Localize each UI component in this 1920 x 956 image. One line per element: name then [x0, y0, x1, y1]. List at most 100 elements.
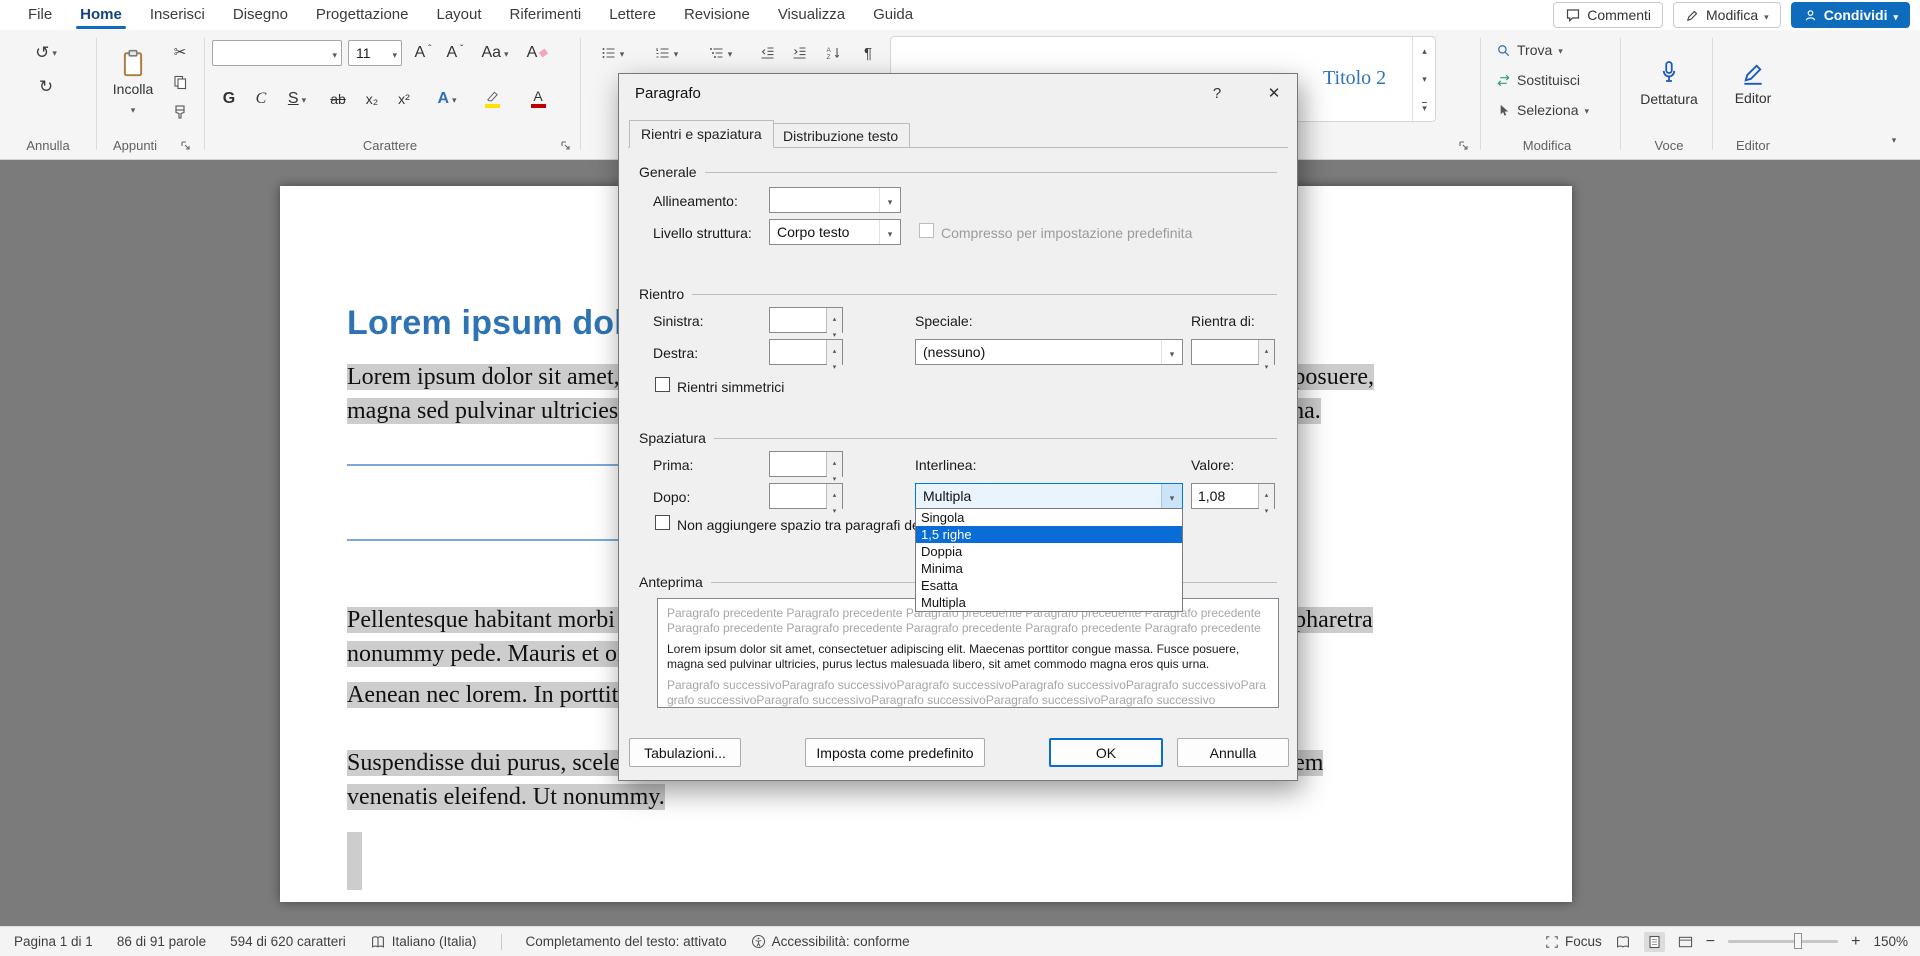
format-painter-button[interactable]	[166, 100, 194, 124]
combo-arrow[interactable]	[879, 188, 900, 212]
combo-arrow[interactable]	[1161, 340, 1182, 364]
destra-spinner[interactable]	[769, 339, 843, 365]
valore-spinner[interactable]: 1,08	[1191, 483, 1275, 509]
clear-formatting-button[interactable]: A	[520, 40, 554, 66]
appunti-dialog-launcher[interactable]	[180, 140, 194, 154]
spin-up[interactable]	[1259, 340, 1274, 356]
text-effects-button[interactable]: A	[428, 86, 466, 112]
tab-guida[interactable]: Guida	[859, 0, 927, 30]
show-formatting-marks-button[interactable]: ¶	[854, 40, 882, 66]
grow-font-button[interactable]: Aˆ	[408, 40, 438, 66]
underline-button[interactable]: S	[278, 86, 316, 112]
prima-spinner[interactable]	[769, 451, 843, 477]
sort-button[interactable]: AZ	[816, 40, 850, 66]
strikethrough-button[interactable]: ab	[322, 86, 354, 112]
spin-up[interactable]	[827, 308, 842, 324]
undo-button[interactable]: ↺	[26, 38, 66, 66]
combo-arrow[interactable]	[1161, 484, 1182, 508]
carattere-dialog-launcher[interactable]	[560, 140, 574, 154]
replace-button[interactable]: Sostituisci	[1492, 68, 1584, 92]
editor-button[interactable]: Editor	[1720, 36, 1786, 128]
dialog-help-button[interactable]: ?	[1195, 74, 1239, 112]
rientra-di-spinner[interactable]	[1191, 339, 1275, 365]
superscript-button[interactable]: x²	[390, 86, 418, 112]
cut-button[interactable]: ✂	[166, 40, 194, 64]
spin-down[interactable]	[827, 324, 842, 340]
sinistra-spinner[interactable]	[769, 307, 843, 333]
collapse-ribbon-button[interactable]	[1880, 128, 1908, 150]
dropdown-option-multipla[interactable]: Multipla	[916, 594, 1182, 611]
dropdown-option-minima[interactable]: Minima	[916, 560, 1182, 577]
shrink-font-button[interactable]: Aˇ	[440, 40, 470, 66]
increase-indent-button[interactable]	[784, 40, 814, 66]
char-count[interactable]: 594 di 620 caratteri	[230, 934, 346, 949]
web-layout-button[interactable]	[1678, 935, 1693, 949]
paragraph-dialog[interactable]: Paragrafo ? ✕ Rientri e spaziatura Distr…	[618, 73, 1298, 781]
gallery-up-icon[interactable]: ▴	[1422, 46, 1427, 57]
dialog-tab-rientri[interactable]: Rientri e spaziatura	[629, 120, 774, 148]
speciale-combo[interactable]: (nessuno)	[915, 339, 1183, 365]
decrease-indent-button[interactable]	[752, 40, 782, 66]
zoom-level[interactable]: 150%	[1873, 934, 1908, 949]
tab-disegno[interactable]: Disegno	[219, 0, 302, 30]
text-completion-status[interactable]: Completamento del testo: attivato	[526, 934, 727, 949]
word-count[interactable]: 86 di 91 parole	[117, 934, 206, 949]
dopo-spinner[interactable]	[769, 483, 843, 509]
select-button[interactable]: Seleziona	[1492, 98, 1593, 122]
paste-button[interactable]: Incolla	[104, 36, 162, 128]
tabs-button[interactable]: Tabulazioni...	[629, 738, 741, 767]
no-space-checkbox[interactable]	[655, 515, 670, 530]
font-size-combo[interactable]: 11	[348, 40, 402, 66]
language-indicator[interactable]: Italiano (Italia)	[370, 934, 477, 949]
comments-button[interactable]: Commenti	[1553, 2, 1663, 28]
editing-mode-button[interactable]: Modifica	[1673, 2, 1781, 28]
gallery-down-icon[interactable]: ▾	[1422, 74, 1427, 85]
multilevel-list-button[interactable]	[698, 40, 742, 66]
print-layout-button[interactable]	[1644, 932, 1665, 952]
zoom-slider-thumb[interactable]	[1794, 933, 1802, 949]
read-mode-button[interactable]	[1615, 935, 1631, 949]
tab-inserisci[interactable]: Inserisci	[136, 0, 219, 30]
page-count[interactable]: Pagina 1 di 1	[14, 934, 93, 949]
font-color-button[interactable]: A	[518, 84, 558, 114]
interlinea-combo[interactable]: Multipla	[915, 483, 1183, 509]
copy-button[interactable]	[166, 70, 194, 94]
find-button[interactable]: Trova	[1492, 38, 1567, 62]
spin-down[interactable]	[827, 468, 842, 484]
spin-down[interactable]	[1259, 356, 1274, 372]
spin-up[interactable]	[827, 452, 842, 468]
dropdown-option-doppia[interactable]: Doppia	[916, 543, 1182, 560]
dictate-button[interactable]: Dettatura	[1630, 36, 1708, 128]
spin-up[interactable]	[827, 340, 842, 356]
ok-button[interactable]: OK	[1049, 738, 1163, 767]
spin-down[interactable]	[827, 356, 842, 372]
gallery-more-icon[interactable]: ▾	[1422, 102, 1427, 114]
dialog-tab-distribuzione[interactable]: Distribuzione testo	[771, 123, 910, 148]
bold-button[interactable]: G	[216, 86, 242, 112]
subscript-button[interactable]: x₂	[358, 86, 386, 112]
tab-visualizza[interactable]: Visualizza	[764, 0, 859, 30]
change-case-button[interactable]: Aa	[474, 40, 516, 66]
tab-layout[interactable]: Layout	[423, 0, 496, 30]
highlight-button[interactable]	[472, 84, 512, 114]
font-name-combo[interactable]	[212, 40, 342, 66]
rientri-simmetrici-checkbox[interactable]	[655, 377, 670, 392]
focus-mode-button[interactable]: Focus	[1545, 934, 1602, 949]
dialog-close-button[interactable]: ✕	[1251, 74, 1297, 112]
livello-combo[interactable]: Corpo testo	[769, 219, 901, 245]
tab-home[interactable]: Home	[66, 0, 136, 30]
tab-progettazione[interactable]: Progettazione	[302, 0, 423, 30]
dropdown-option-15righe[interactable]: 1,5 righe	[916, 526, 1182, 543]
accessibility-status[interactable]: Accessibilità: conforme	[751, 934, 910, 949]
set-default-button[interactable]: Imposta come predefinito	[805, 738, 985, 767]
dropdown-option-singola[interactable]: Singola	[916, 509, 1182, 526]
redo-button[interactable]: ↻	[26, 72, 66, 100]
dropdown-option-esatta[interactable]: Esatta	[916, 577, 1182, 594]
zoom-in-button[interactable]: +	[1851, 933, 1860, 951]
zoom-slider[interactable]	[1728, 940, 1838, 943]
spin-up[interactable]	[1259, 484, 1274, 500]
tab-revisione[interactable]: Revisione	[670, 0, 764, 30]
spin-down[interactable]	[827, 500, 842, 516]
tab-riferimenti[interactable]: Riferimenti	[496, 0, 596, 30]
zoom-out-button[interactable]: −	[1706, 933, 1715, 951]
